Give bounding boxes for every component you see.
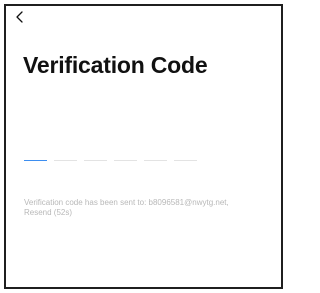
- code-digit-6[interactable]: [174, 146, 197, 161]
- sent-to-text: Verification code has been sent to: b809…: [24, 198, 229, 207]
- code-digit-4[interactable]: [114, 146, 137, 161]
- resend-button[interactable]: Resend (52s): [24, 208, 72, 217]
- code-digit-3[interactable]: [84, 146, 107, 161]
- back-button[interactable]: [15, 10, 29, 26]
- verification-screen: Verification Code Verification code has …: [4, 4, 283, 289]
- code-digit-1[interactable]: [24, 146, 47, 161]
- code-input-group: [24, 146, 197, 161]
- code-digit-2[interactable]: [54, 146, 77, 161]
- page-title: Verification Code: [23, 52, 208, 78]
- chevron-left-icon: [16, 11, 23, 23]
- verification-info: Verification code has been sent to: b809…: [24, 198, 279, 218]
- code-digit-5[interactable]: [144, 146, 167, 161]
